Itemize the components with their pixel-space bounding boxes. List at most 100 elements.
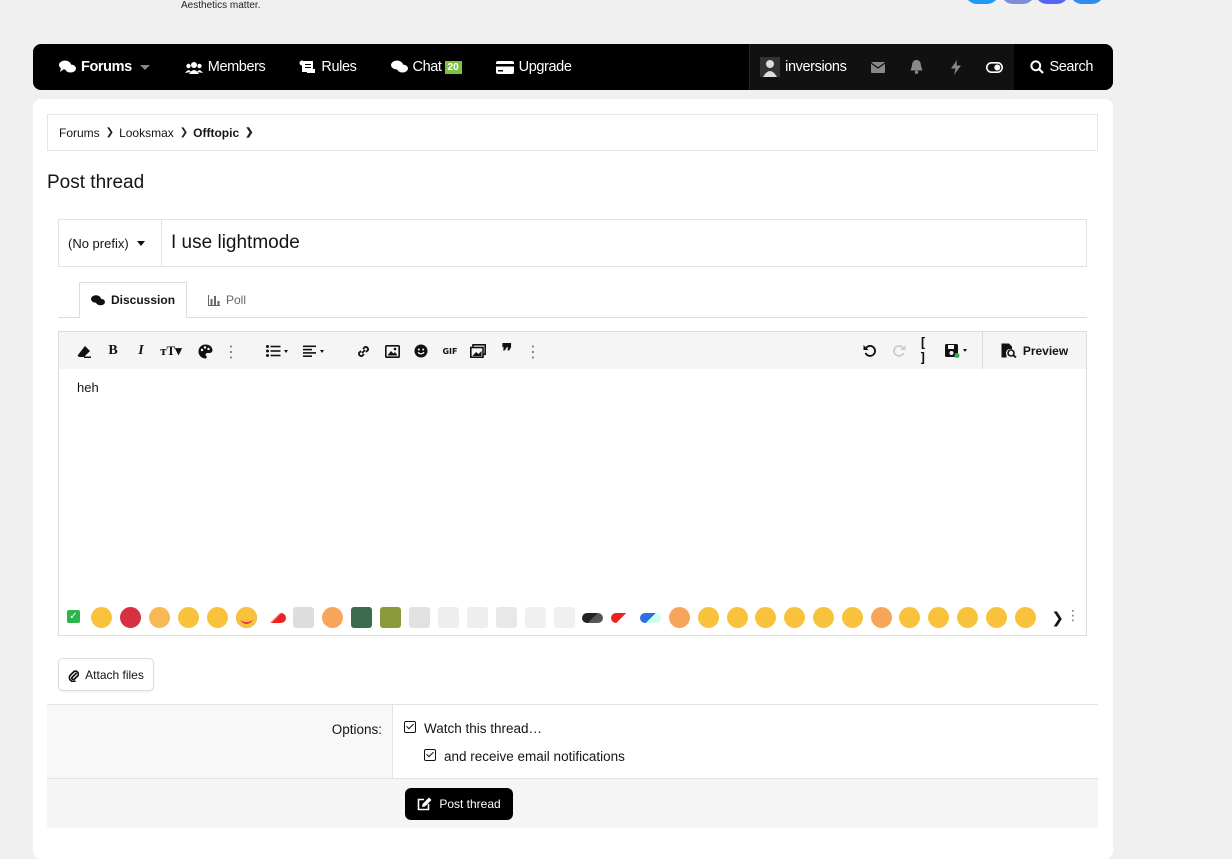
nav-rules[interactable]: Rules (282, 44, 373, 90)
email-notify-option[interactable]: and receive email notifications (424, 747, 625, 765)
redo-icon[interactable] (890, 342, 908, 360)
post-thread-button[interactable]: Post thread (405, 788, 513, 820)
eraser-icon[interactable] (75, 342, 93, 360)
frown-emoji-icon[interactable] (928, 607, 949, 628)
tab-poll[interactable]: Poll (197, 282, 257, 318)
attach-files-label: Attach files (85, 667, 144, 682)
envelope-icon (870, 61, 885, 73)
smilie-bar: ✓ ❯ ⋮ (59, 599, 1086, 635)
breadcrumb-item[interactable]: Looksmax ❯ (119, 126, 193, 140)
link-icon[interactable] (354, 342, 372, 360)
worried-emoji-icon[interactable] (986, 607, 1007, 628)
nav-alerts[interactable] (897, 44, 937, 90)
undo-icon[interactable] (861, 342, 879, 360)
pepe-icon[interactable] (351, 607, 372, 628)
image-icon[interactable] (383, 342, 401, 360)
forums-icon (59, 60, 76, 73)
more-options-icon[interactable]: ⋮ (524, 342, 542, 361)
meme-face-icon[interactable] (467, 607, 488, 628)
rofl-emoji-icon[interactable] (813, 607, 834, 628)
blackpill-icon[interactable] (582, 613, 603, 623)
social-icon-4[interactable] (1070, 0, 1104, 4)
shrek-icon[interactable] (380, 607, 401, 628)
grin-emoji-icon[interactable] (755, 607, 776, 628)
palette-icon[interactable] (196, 342, 214, 360)
nav-inbox[interactable] (858, 44, 898, 90)
quote-icon[interactable]: ❞ (498, 341, 516, 363)
media-icon[interactable] (469, 342, 487, 360)
editor-content[interactable]: heh (59, 369, 1086, 406)
meme-face-icon[interactable] (554, 607, 575, 628)
twitter-icon[interactable] (965, 0, 999, 4)
breadcrumb-label: Offtopic (193, 125, 240, 140)
smile-emoji-icon[interactable] (698, 607, 719, 628)
chevron-right-icon[interactable]: ❯ (1051, 609, 1064, 627)
align-icon[interactable] (301, 342, 329, 360)
meme-face-icon[interactable] (525, 607, 546, 628)
watch-thread-checkbox[interactable] (404, 720, 416, 733)
list-icon[interactable] (264, 342, 292, 360)
gif-icon[interactable]: GIF (441, 342, 459, 360)
more-options-icon[interactable]: ⋮ (222, 342, 240, 361)
prefix-select[interactable]: (No prefix) (59, 220, 162, 266)
smiley-icon[interactable] (412, 342, 430, 360)
font-size-icon[interactable]: тT▾ (156, 342, 186, 360)
meme-face-icon[interactable] (293, 607, 314, 628)
grimace-emoji-icon[interactable] (669, 607, 690, 628)
nav-search[interactable]: Search (1014, 44, 1113, 90)
comments-icon (91, 294, 105, 305)
tab-discussion[interactable]: Discussion (79, 282, 188, 318)
watch-thread-option[interactable]: Watch this thread… (404, 719, 625, 737)
nav-chat[interactable]: Chat 20 (374, 44, 479, 90)
redpill-icon[interactable] (611, 613, 632, 623)
redpill-icon[interactable] (265, 613, 286, 623)
social-icon-2[interactable] (1001, 0, 1035, 4)
nav-user[interactable]: inversions (749, 44, 859, 90)
joy-emoji-icon[interactable] (842, 607, 863, 628)
chat-icon (390, 60, 408, 73)
breadcrumb-item[interactable]: Forums ❯ (59, 126, 119, 140)
nav-upgrade-label: Upgrade (518, 59, 572, 75)
breadcrumb: Forums ❯ Looksmax ❯ Offtopic ❯ (47, 114, 1098, 151)
attach-files-button[interactable]: Attach files (58, 658, 154, 691)
crying-emoji-icon[interactable] (91, 607, 112, 628)
confused-emoji-icon[interactable] (957, 607, 978, 628)
wink-emoji-icon[interactable] (899, 607, 920, 628)
email-notify-checkbox[interactable] (424, 748, 436, 761)
breadcrumb-item[interactable]: Offtopic ❯ (193, 126, 258, 140)
nav-rules-label: Rules (321, 59, 357, 75)
meme-face-icon[interactable] (438, 607, 459, 628)
unamused-emoji-icon[interactable] (1015, 607, 1036, 628)
chevron-down-icon[interactable] (139, 64, 150, 70)
nav-members[interactable]: Members (168, 44, 283, 90)
save-draft-icon[interactable] (944, 342, 972, 360)
message-editor: B I тT▾ ⋮ GIF ❞ ⋮ [] Preview heh ✓ ❯ ⋮ (58, 331, 1087, 636)
nav-forums[interactable]: Forums (33, 44, 168, 90)
nav-whats-new[interactable] (936, 44, 976, 90)
edit-icon (418, 797, 432, 811)
tongue-emoji-icon[interactable] (207, 607, 228, 628)
thread-title-input[interactable]: I use lightmode (162, 220, 1086, 266)
bolt-icon (950, 59, 961, 75)
watch-thread-label: Watch this thread… (424, 720, 543, 736)
bold-icon[interactable]: B (104, 342, 122, 360)
more-options-icon[interactable]: ⋮ (1066, 608, 1080, 624)
bbcode-toggle-icon[interactable]: [ ] (919, 336, 937, 366)
grimace-emoji-icon[interactable] (871, 607, 892, 628)
tongue-emoji-icon[interactable] (727, 607, 748, 628)
preview-button[interactable]: Preview (982, 332, 1086, 369)
discord-icon[interactable] (1035, 0, 1069, 4)
smile-emoji-icon[interactable] (149, 607, 170, 628)
heart-eyes-emoji-icon[interactable] (236, 607, 257, 628)
laugh-emoji-icon[interactable] (784, 607, 805, 628)
italic-icon[interactable]: I (132, 342, 150, 360)
grimace-emoji-icon[interactable] (322, 607, 343, 628)
meme-face-icon[interactable] (409, 607, 430, 628)
checkmark-icon[interactable]: ✓ (67, 610, 80, 623)
nav-theme-toggle[interactable] (975, 44, 1015, 90)
rofl-emoji-icon[interactable] (178, 607, 199, 628)
meme-face-icon[interactable] (496, 607, 517, 628)
nav-upgrade[interactable]: Upgrade (479, 44, 589, 90)
angry-emoji-icon[interactable] (120, 607, 141, 628)
bluepill-icon[interactable] (640, 613, 661, 623)
